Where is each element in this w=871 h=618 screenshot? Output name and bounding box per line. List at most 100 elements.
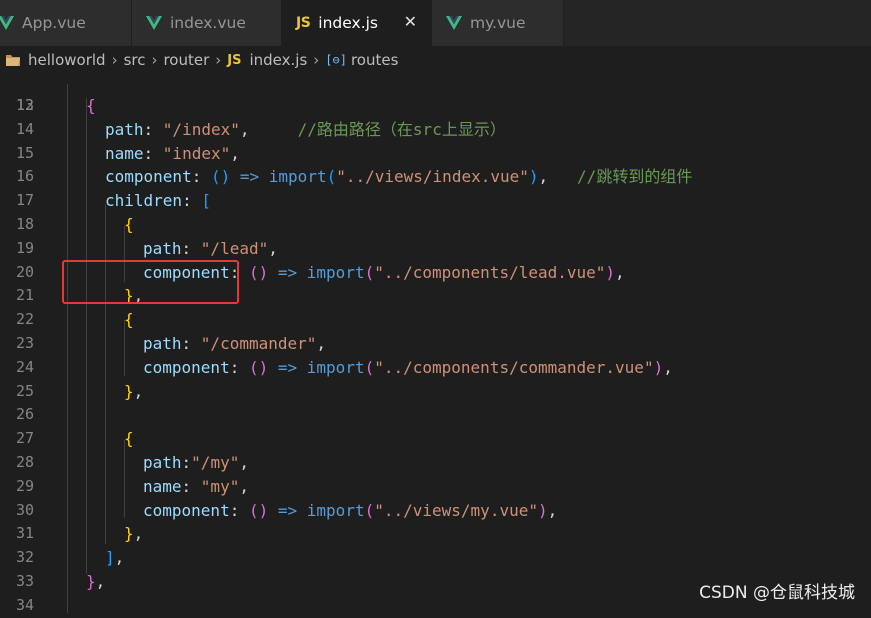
code-token: "../views/index.vue" xyxy=(336,167,529,187)
highlight-annotation-box xyxy=(62,260,239,304)
code-token: : xyxy=(181,476,201,496)
code-token: import xyxy=(268,167,327,187)
code-token: name xyxy=(105,143,144,163)
code-token: : xyxy=(191,167,211,187)
breadcrumb-item-router[interactable]: router xyxy=(163,51,209,69)
code-token: "/my" xyxy=(191,453,240,472)
code-text: path: "/commander", xyxy=(143,332,326,356)
code-token: , xyxy=(547,500,558,520)
code-line: 31}, xyxy=(0,522,871,546)
code-token: [ xyxy=(201,191,211,211)
tab-app-vue[interactable]: App.vue xyxy=(0,0,132,46)
code-token: "../components/commander.vue" xyxy=(374,357,654,377)
code-text: children: [ xyxy=(105,189,211,213)
code-token: () xyxy=(248,262,269,282)
code-token: //路由路径（在src上显示） xyxy=(297,119,506,139)
line-number: 19 xyxy=(15,238,34,257)
line-number: 28 xyxy=(15,453,34,471)
code-line: 15 name: "index", xyxy=(0,142,871,166)
code-line: 17 children: [ xyxy=(0,189,871,213)
code-text: }, xyxy=(124,522,143,546)
line-number: 14 xyxy=(15,119,34,138)
code-line-partial: 12 xyxy=(0,70,871,114)
tab-label: App.vue xyxy=(22,14,86,32)
code-token: "/index" xyxy=(162,119,240,139)
line-number: 31 xyxy=(15,524,34,543)
code-text: }, xyxy=(86,570,105,594)
code-token: , xyxy=(268,238,278,258)
code-token: , xyxy=(133,381,144,401)
code-token: } xyxy=(86,572,96,591)
code-token: import xyxy=(306,500,365,520)
tab-index-vue[interactable]: index.vue xyxy=(132,0,282,46)
code-token: , xyxy=(239,119,298,139)
tab-index-js[interactable]: JS index.js ✕ xyxy=(282,0,432,46)
code-token: , xyxy=(615,262,625,282)
code-text: name: "index", xyxy=(105,142,240,166)
code-token: { xyxy=(124,310,134,330)
code-token: : xyxy=(143,143,163,163)
code-text: path: "/index", //路由路径（在src上显示） xyxy=(105,118,506,142)
code-line: 22 { xyxy=(0,308,871,332)
code-token: , xyxy=(95,572,106,591)
code-token: => xyxy=(277,262,298,282)
tab-label: my.vue xyxy=(470,14,526,32)
code-text: path: "/lead", xyxy=(143,237,278,261)
code-token: { xyxy=(124,215,134,234)
code-text: { xyxy=(86,94,96,118)
code-token: ( xyxy=(364,262,375,282)
code-line: 23 path: "/commander", xyxy=(0,332,871,356)
code-line: 29 name: "my", xyxy=(0,475,871,499)
code-token: import xyxy=(306,262,365,282)
line-number: 17 xyxy=(15,191,34,210)
line-number: 25 xyxy=(15,381,34,400)
code-token: ) xyxy=(653,357,664,377)
code-text: { xyxy=(124,427,134,451)
js-icon: JS xyxy=(227,52,242,68)
breadcrumb-item-index-js[interactable]: index.js xyxy=(249,51,307,69)
line-number: 32 xyxy=(15,548,34,567)
code-line: 25}, xyxy=(0,380,871,404)
code-text: component: () => import("../components/c… xyxy=(143,356,673,380)
code-text: component: () => import("../views/my.vue… xyxy=(143,499,557,523)
code-line: 13 { xyxy=(0,94,871,118)
code-token: ( xyxy=(364,357,375,377)
breadcrumb-item-routes[interactable]: routes xyxy=(351,51,398,69)
code-token: "../views/my.vue" xyxy=(374,500,538,520)
code-token: : xyxy=(229,500,249,520)
line-number: 24 xyxy=(15,357,34,376)
code-token: //跳转到的组件 xyxy=(577,167,693,187)
code-token: => xyxy=(277,357,298,377)
line-number: 13 xyxy=(15,96,34,114)
breadcrumb-item-helloworld[interactable]: helloworld xyxy=(28,51,106,69)
close-icon[interactable]: ✕ xyxy=(404,12,417,31)
code-token: () xyxy=(210,167,231,187)
line-number: 20 xyxy=(15,262,34,281)
chevron-right-icon: › xyxy=(151,51,158,69)
code-text: }, xyxy=(124,380,143,404)
code-token: : xyxy=(182,191,202,211)
code-token: component xyxy=(143,500,230,520)
tab-my-vue[interactable]: my.vue xyxy=(432,0,564,46)
code-token: ) xyxy=(605,262,616,282)
chevron-right-icon: › xyxy=(215,51,222,69)
variable-icon: [⊖] xyxy=(325,53,347,67)
vue-icon xyxy=(0,16,14,30)
code-line: 24 component: () => import("../components… xyxy=(0,356,871,380)
code-editor[interactable]: 12 13{14 path: "/index", //路由路径（在src上显示） 1… xyxy=(0,84,871,614)
line-number: 16 xyxy=(15,167,34,186)
line-number: 26 xyxy=(15,405,34,424)
code-token: , xyxy=(663,357,673,377)
editor-tab-bar: App.vue index.vue JS index.js ✕ my.vue xyxy=(0,0,871,46)
code-text: ], xyxy=(105,546,124,570)
line-number: 21 xyxy=(15,286,34,305)
code-token: , xyxy=(230,143,240,163)
code-token: , xyxy=(239,453,249,472)
code-token: component xyxy=(143,357,230,377)
breadcrumb-item-src[interactable]: src xyxy=(124,51,146,69)
code-line: 14 path: "/index", //路由路径（在src上显示） xyxy=(0,118,871,142)
